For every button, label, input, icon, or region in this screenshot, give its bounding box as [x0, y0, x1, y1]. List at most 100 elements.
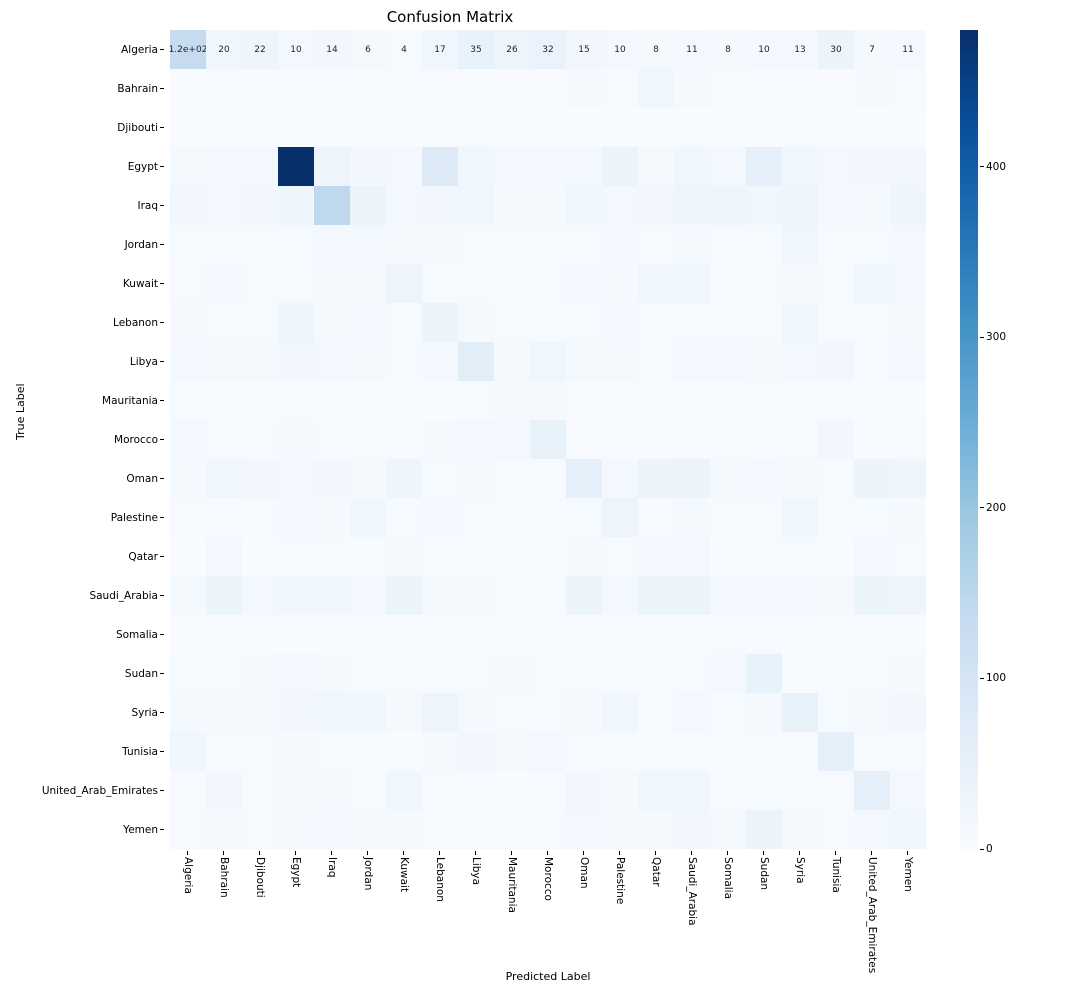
cell-value: 1.2e+02: [169, 45, 208, 55]
heatmap-cell: [206, 498, 242, 537]
heatmap-cell: [710, 615, 746, 654]
heatmap-cell: [350, 186, 386, 225]
heatmap-cell: [422, 108, 458, 147]
heatmap-cell: [890, 108, 926, 147]
heatmap-cell: [242, 69, 278, 108]
heatmap-cell: [530, 342, 566, 381]
heatmap-cell: [638, 420, 674, 459]
heatmap-cell: [530, 381, 566, 420]
heatmap-cell: [206, 576, 242, 615]
heatmap-cell: [674, 186, 710, 225]
heatmap-cell: [746, 420, 782, 459]
heatmap-cell: [278, 225, 314, 264]
heatmap-cell: [206, 69, 242, 108]
heatmap-cell: [170, 576, 206, 615]
heatmap-cell: [818, 576, 854, 615]
heatmap-cell: [494, 186, 530, 225]
heatmap-cell: [602, 576, 638, 615]
heatmap-cell: [566, 576, 602, 615]
cell-value: 6: [365, 45, 371, 55]
heatmap-cell: [242, 498, 278, 537]
y-tick-label: Algeria: [121, 44, 164, 56]
heatmap-cell: [818, 420, 854, 459]
heatmap-cell: 8: [638, 30, 674, 69]
heatmap-cell: [602, 459, 638, 498]
heatmap-cell: [422, 732, 458, 771]
heatmap-cell: [746, 615, 782, 654]
heatmap-cell: [458, 498, 494, 537]
heatmap-cell: [530, 693, 566, 732]
heatmap-cell: [854, 186, 890, 225]
heatmap-cell: [566, 537, 602, 576]
heatmap-cell: [386, 147, 422, 186]
heatmap-cell: [638, 576, 674, 615]
heatmap-cell: [530, 147, 566, 186]
heatmap-cell: [170, 654, 206, 693]
heatmap-cell: [674, 303, 710, 342]
y-tick-label: Qatar: [128, 551, 164, 563]
heatmap-cell: [206, 186, 242, 225]
y-tick-label: Saudi_Arabia: [89, 590, 164, 602]
heatmap-cell: [566, 810, 602, 849]
heatmap-cell: [854, 693, 890, 732]
heatmap-cell: [314, 693, 350, 732]
heatmap-cell: [566, 420, 602, 459]
cell-value: 11: [686, 45, 697, 55]
heatmap-cell: 8: [710, 30, 746, 69]
y-tick-label: Morocco: [114, 434, 164, 446]
heatmap-cell: [494, 771, 530, 810]
heatmap-cell: [674, 537, 710, 576]
x-tick-label: Libya: [470, 851, 482, 885]
heatmap-cell: [314, 69, 350, 108]
heatmap-cell: [818, 459, 854, 498]
heatmap-cell: [746, 381, 782, 420]
heatmap-cell: [242, 381, 278, 420]
cell-value: 10: [614, 45, 625, 55]
heatmap-cell: [818, 693, 854, 732]
heatmap-cell: [422, 498, 458, 537]
heatmap-cell: [458, 147, 494, 186]
heatmap-cell: [242, 225, 278, 264]
heatmap-cell: [566, 381, 602, 420]
heatmap-cell: 11: [674, 30, 710, 69]
colorbar-tick: 200: [980, 502, 1006, 514]
heatmap-cell: [170, 225, 206, 264]
heatmap-cell: [674, 108, 710, 147]
heatmap-cell: [422, 303, 458, 342]
heatmap-cell: [278, 381, 314, 420]
heatmap-cell: [422, 147, 458, 186]
heatmap-cell: [854, 420, 890, 459]
heatmap-cell: [530, 576, 566, 615]
heatmap-cell: [530, 108, 566, 147]
heatmap-cell: 10: [602, 30, 638, 69]
heatmap-cell: [206, 654, 242, 693]
heatmap-cell: [530, 732, 566, 771]
heatmap-cell: [710, 108, 746, 147]
heatmap-cell: [854, 381, 890, 420]
heatmap-cell: [782, 420, 818, 459]
heatmap-cell: [206, 342, 242, 381]
heatmap-cell: [458, 69, 494, 108]
heatmap-cell: [386, 654, 422, 693]
heatmap-cell: [530, 420, 566, 459]
y-tick-label: Palestine: [111, 512, 164, 524]
heatmap-cell: [602, 654, 638, 693]
heatmap-cell: 15: [566, 30, 602, 69]
heatmap-cell: [602, 615, 638, 654]
heatmap-cell: [386, 381, 422, 420]
heatmap-cell: [206, 147, 242, 186]
heatmap-cell: [278, 342, 314, 381]
heatmap-cell: [494, 498, 530, 537]
heatmap-cell: [350, 537, 386, 576]
heatmap-cell: [746, 69, 782, 108]
heatmap-cell: [890, 576, 926, 615]
heatmap-cell: [242, 576, 278, 615]
heatmap-cell: [170, 342, 206, 381]
y-tick-label: Djibouti: [117, 122, 164, 134]
heatmap-cell: [710, 459, 746, 498]
colorbar-tick: 300: [980, 331, 1006, 343]
heatmap-cell: [530, 186, 566, 225]
heatmap-cell: 22: [242, 30, 278, 69]
cell-value: 4: [401, 45, 407, 55]
heatmap-cell: [890, 147, 926, 186]
